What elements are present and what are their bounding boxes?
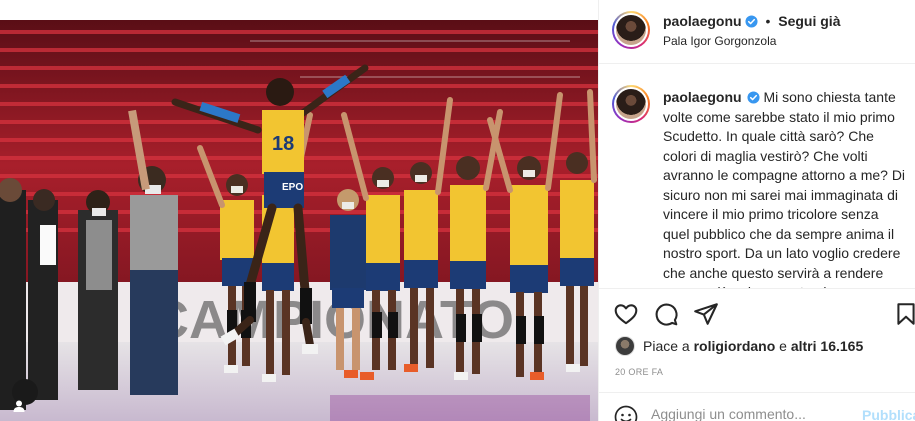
post-caption: paolaegonu Mi sono chiesta tante volte c…	[599, 64, 915, 288]
caption-avatar[interactable]	[612, 85, 650, 123]
share-icon[interactable]	[693, 301, 719, 327]
likes-connector: e	[779, 338, 787, 354]
team-celebration-image: CAMPIONATO 18 EPO	[0, 20, 598, 421]
following-button[interactable]: Segui già	[778, 13, 840, 29]
post-location[interactable]: Pala Igor Gorgonzola	[663, 34, 776, 48]
bookmark-icon[interactable]	[893, 301, 915, 327]
caption-text: Mi sono chiesta tante volte come sarebbe…	[663, 89, 906, 288]
comment-input[interactable]	[651, 406, 851, 421]
post-header: paolaegonu • Segui già Pala Igor Gorgonz…	[599, 0, 915, 64]
author-username[interactable]: paolaegonu	[663, 13, 742, 29]
post-photo[interactable]: CAMPIONATO 18 EPO	[0, 0, 598, 421]
action-bar	[599, 288, 915, 338]
separator-dot: •	[765, 13, 771, 29]
post-timestamp[interactable]: 20 ORE FA	[615, 367, 663, 377]
comment-icon[interactable]	[653, 301, 679, 327]
likes-prefix: Piace a	[643, 338, 690, 354]
comment-bar: Pubblica	[599, 392, 915, 421]
jersey-number: 18	[272, 133, 294, 155]
verified-badge-icon	[745, 15, 758, 28]
header-line: paolaegonu • Segui già	[663, 13, 840, 29]
caption-username[interactable]: paolaegonu	[663, 89, 742, 105]
caption-body: paolaegonu Mi sono chiesta tante volte c…	[663, 88, 908, 288]
user-tag-icon[interactable]	[12, 379, 38, 412]
instagram-post: CAMPIONATO 18 EPO paolaegonu • Segui già…	[0, 0, 915, 421]
heart-icon[interactable]	[613, 301, 639, 327]
user-tag-glyph	[13, 400, 25, 412]
publish-button[interactable]: Pubblica	[862, 407, 915, 421]
author-avatar[interactable]	[612, 11, 650, 49]
likes-line: Piace a roligiordano e altri 16.165	[615, 334, 915, 358]
verified-badge-icon	[747, 91, 760, 104]
liker-username[interactable]: roligiordano	[694, 338, 776, 354]
emoji-icon[interactable]	[614, 405, 638, 421]
post-sidebar: paolaegonu • Segui già Pala Igor Gorgonz…	[598, 0, 915, 421]
sponsor-text: EPO	[282, 182, 303, 193]
likes-count-link[interactable]: altri 16.165	[791, 338, 863, 354]
liker-avatar[interactable]	[615, 336, 635, 356]
